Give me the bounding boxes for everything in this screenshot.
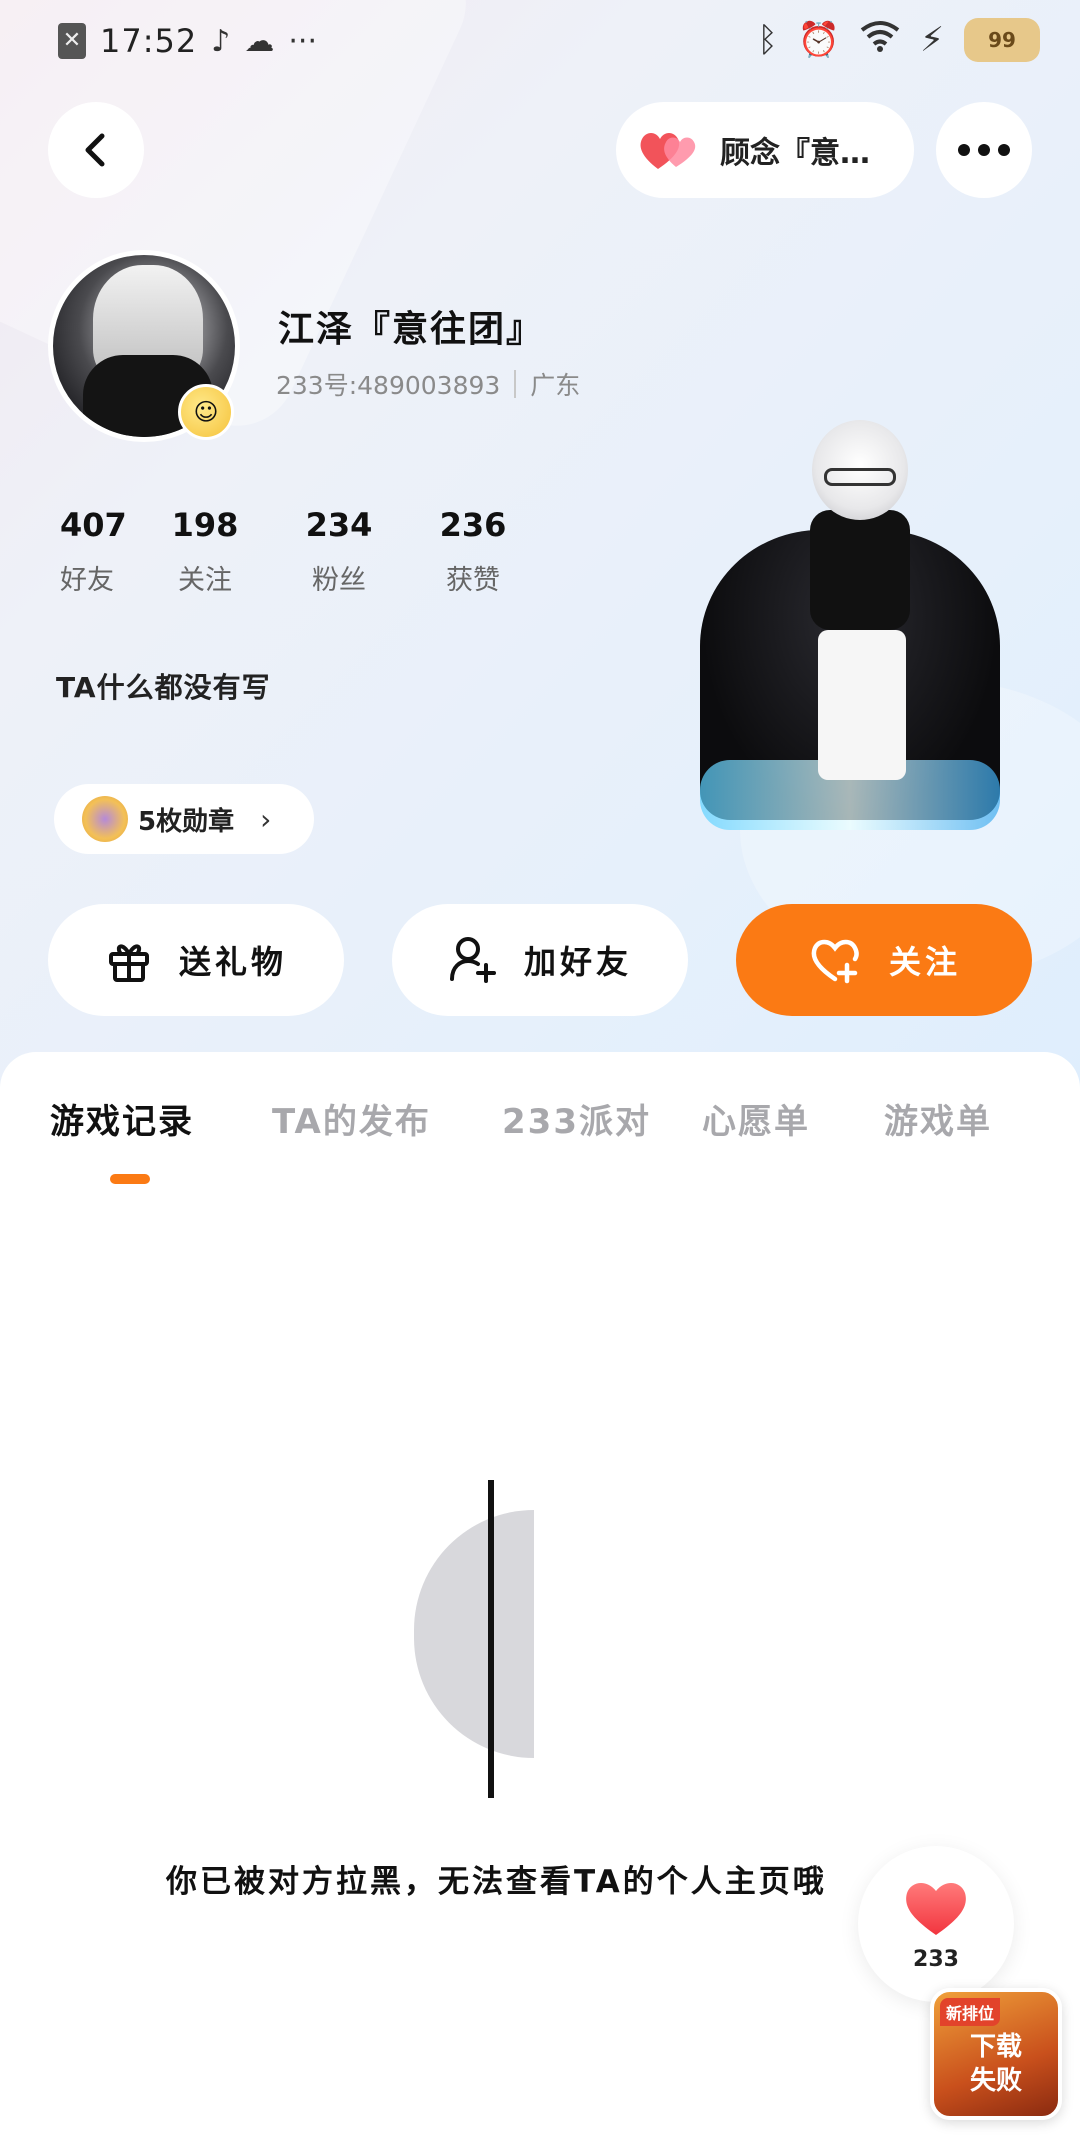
stat-friends[interactable]: 407 好友: [44, 506, 138, 597]
like-count: 233: [913, 1946, 959, 1972]
bluetooth-icon: ᛒ: [757, 20, 778, 60]
user-meta: 233号:489003893 广东: [276, 366, 580, 402]
gift-icon: [108, 944, 149, 982]
friend-name: 顾念『意…: [720, 136, 870, 171]
battery-icon: 99: [964, 18, 1040, 62]
status-bar: ✕ 17:52 ♪ ☁ ··· ᛒ ⏰ ⚡ 99: [0, 0, 1080, 90]
double-heart-icon: [640, 133, 696, 169]
blocked-illustration-icon: [412, 1480, 562, 1798]
stat-label: 好友: [60, 565, 114, 596]
stat-label: 关注: [178, 565, 232, 596]
add-friend-label: 加好友: [523, 943, 632, 981]
cloud-icon: ☁: [244, 23, 275, 59]
add-friend-button[interactable]: 加好友: [392, 904, 688, 1016]
download-status-text: 下载 失败: [969, 2032, 1022, 2096]
user-id: 233号:489003893: [276, 371, 501, 400]
chevron-right-icon: ›: [260, 802, 272, 836]
friend-link-pill[interactable]: 顾念『意…: [616, 102, 914, 198]
follow-button[interactable]: 关注: [736, 904, 1032, 1016]
stat-value: 198: [171, 506, 239, 544]
music-icon: ♪: [211, 23, 231, 59]
status-time: 17:52: [100, 22, 198, 60]
alarm-icon: ⏰: [797, 20, 841, 60]
heart-plus-icon: [811, 939, 859, 984]
more-dots-icon: ···: [288, 23, 317, 59]
tab-game-list[interactable]: 游戏单: [884, 1094, 992, 1143]
send-gift-button[interactable]: 送礼物: [48, 904, 344, 1016]
medals-label: 5枚勋章: [138, 806, 235, 837]
add-user-icon: [449, 937, 496, 983]
profile-bio: TA什么都没有写: [56, 671, 271, 704]
stat-value: 407: [60, 506, 127, 544]
chevron-left-icon: [85, 133, 105, 167]
tab-indicator: [110, 1174, 150, 1184]
medal-icon: [82, 796, 128, 842]
stat-fans[interactable]: 234 粉丝: [272, 506, 406, 597]
wifi-icon: [860, 20, 900, 61]
more-dots-icon: [958, 144, 1010, 156]
stat-label: 获赞: [446, 565, 500, 596]
username: 江泽『意往团』: [278, 309, 545, 350]
like-float-button[interactable]: 233: [858, 1846, 1014, 2002]
download-status-card[interactable]: 新排位 下载 失败: [930, 1988, 1062, 2120]
medals-button[interactable]: 5枚勋章 ›: [54, 784, 314, 854]
tab-game-records[interactable]: 游戏记录: [50, 1094, 272, 1143]
emoji-badge-icon: ☺: [178, 384, 234, 440]
charging-icon: ⚡: [920, 20, 944, 60]
stat-following[interactable]: 198 关注: [138, 506, 272, 597]
profile-tabs: 游戏记录 TA的发布 233派对 心愿单 游戏单: [50, 1094, 992, 1143]
tab-posts[interactable]: TA的发布: [272, 1094, 502, 1143]
divider: [514, 370, 517, 398]
avatar-3d-character[interactable]: [700, 400, 1010, 860]
stat-likes[interactable]: 236 获赞: [406, 506, 540, 597]
heart-icon: [906, 1882, 966, 1935]
back-button[interactable]: [48, 102, 144, 198]
user-location: 广东: [530, 371, 581, 400]
tab-wishlist[interactable]: 心愿单: [702, 1094, 884, 1143]
blocked-message: 你已被对方拉黑，无法查看TA的个人主页哦: [166, 1864, 827, 1900]
stat-value: 234: [305, 506, 373, 544]
more-options-button[interactable]: [936, 102, 1032, 198]
download-tag: 新排位: [940, 1998, 1001, 2026]
follow-label: 关注: [888, 943, 961, 981]
send-gift-label: 送礼物: [178, 943, 287, 981]
stat-label: 粉丝: [312, 565, 366, 596]
stat-value: 236: [439, 506, 507, 544]
tab-233-party[interactable]: 233派对: [502, 1094, 702, 1143]
sim-icon: ✕: [58, 23, 86, 59]
profile-stats: 407 好友 198 关注 234 粉丝 236 获赞: [44, 506, 540, 597]
